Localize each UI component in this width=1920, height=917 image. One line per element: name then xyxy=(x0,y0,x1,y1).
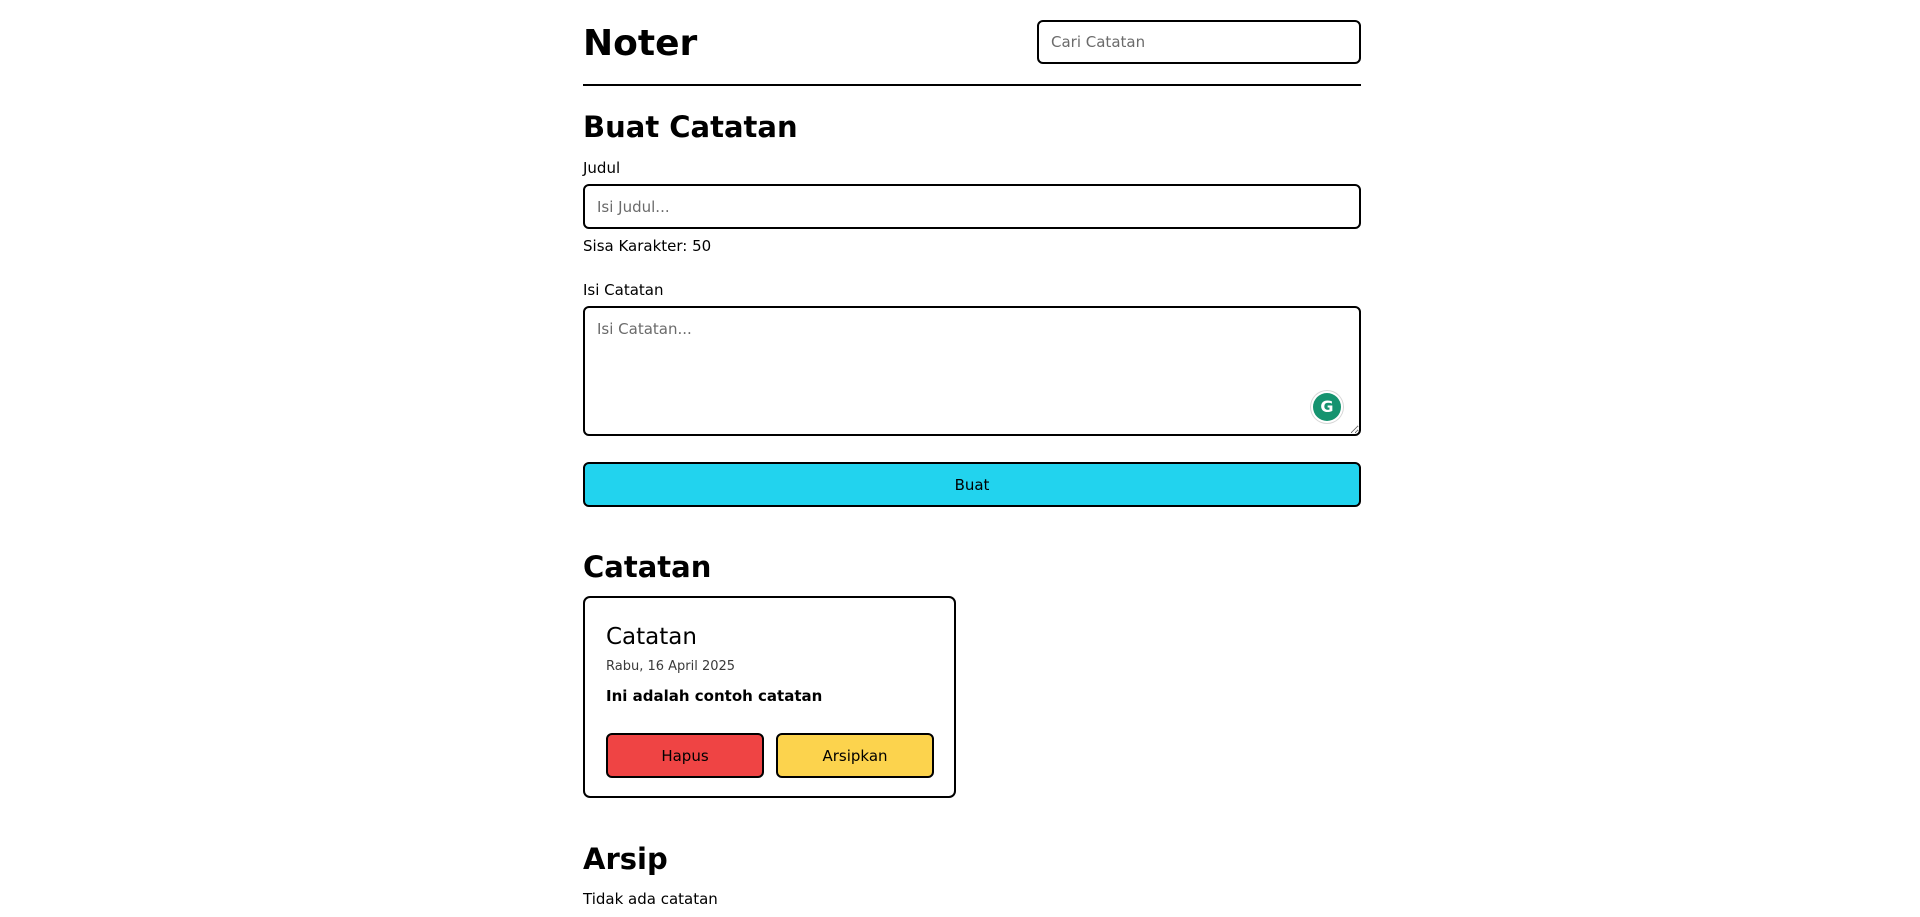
archive-heading: Arsip xyxy=(583,842,668,876)
create-note-heading: Buat Catatan xyxy=(583,110,798,144)
archive-note-button[interactable]: Arsipkan xyxy=(776,733,934,778)
title-label: Judul xyxy=(583,159,621,177)
search-input[interactable] xyxy=(1037,20,1361,64)
archive-empty-text: Tidak ada catatan xyxy=(583,890,718,908)
create-note-button[interactable]: Buat xyxy=(583,462,1361,507)
app-header: Noter xyxy=(583,0,1361,86)
body-label: Isi Catatan xyxy=(583,281,664,299)
char-remaining-counter: Sisa Karakter: 50 xyxy=(583,237,712,255)
app-title: Noter xyxy=(583,23,698,64)
note-date: Rabu, 16 April 2025 xyxy=(606,659,736,674)
notes-heading: Catatan xyxy=(583,550,712,584)
app-container: Noter Buat Catatan Judul Sisa Karakter: … xyxy=(583,0,1361,908)
body-textarea[interactable] xyxy=(583,306,1361,436)
note-title: Catatan xyxy=(606,624,697,650)
note-card: Catatan Rabu, 16 April 2025 Ini adalah c… xyxy=(583,596,956,798)
delete-note-button[interactable]: Hapus xyxy=(606,733,764,778)
note-body: Ini adalah contoh catatan xyxy=(606,687,823,705)
title-input[interactable] xyxy=(583,184,1361,229)
grammarly-icon[interactable]: G xyxy=(1313,393,1341,421)
note-actions: Hapus Arsipkan xyxy=(606,733,934,778)
